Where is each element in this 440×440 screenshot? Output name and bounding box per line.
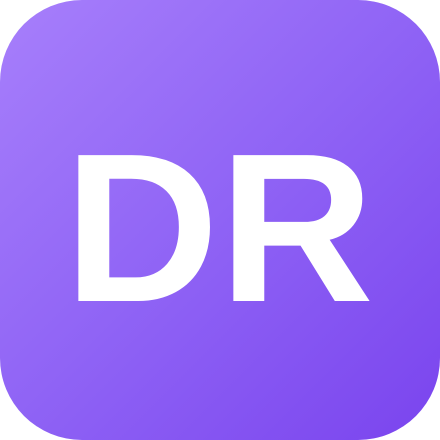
monogram-svg: DR [64, 109, 374, 346]
monogram-initials: DR [64, 109, 374, 346]
app-icon-tile: DR [0, 0, 440, 440]
